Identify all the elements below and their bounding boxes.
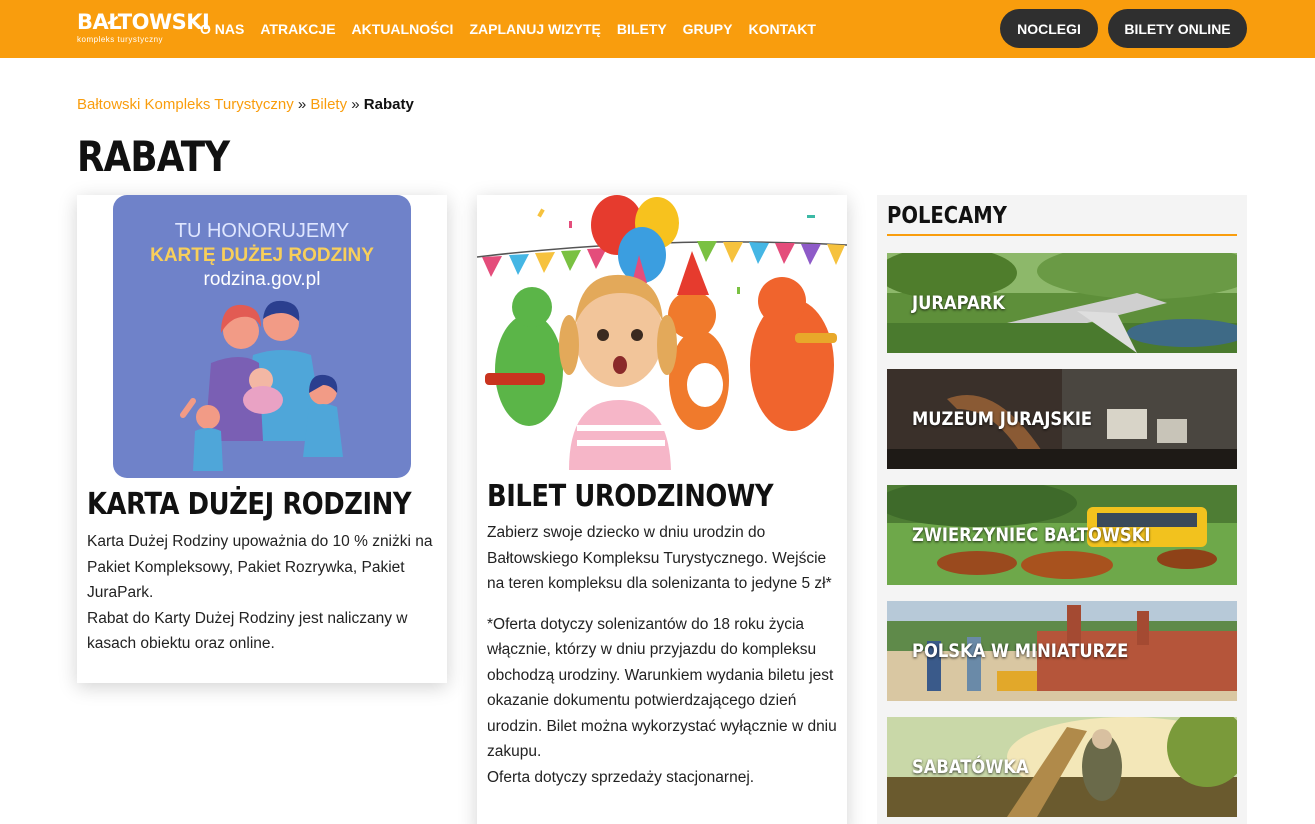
breadcrumb-bilety-link[interactable]: Bilety (310, 96, 347, 113)
karta-duzej-rodziny-image: TU HONORUJEMY KARTĘ DUŻEJ RODZINY rodzin… (113, 195, 411, 478)
image-line-1: TU HONORUJEMY (175, 220, 349, 242)
nav-zaplanuj-wizyte[interactable]: ZAPLANUJ WIZYTĘ (469, 21, 600, 37)
nav-grupy[interactable]: GRUPY (683, 21, 733, 37)
nav-o-nas[interactable]: O NAS (200, 21, 244, 37)
tile-label: MUZEUM JURAJSKIE (912, 408, 1093, 430)
nav-kontakt[interactable]: KONTAKT (748, 21, 815, 37)
card-paragraph: Rabat do Karty Dużej Rodziny jest nalicz… (87, 609, 408, 653)
karta-duzej-rodziny-card: TU HONORUJEMY KARTĘ DUŻEJ RODZINY rodzin… (77, 195, 447, 683)
tile-sabatowka[interactable]: SABATÓWKA (887, 717, 1237, 817)
breadcrumb-separator: » (297, 96, 307, 113)
tile-label: ZWIERZYNIEC BAŁTOWSKI (912, 524, 1151, 546)
nav-bilety[interactable]: BILETY (617, 21, 667, 37)
breadcrumb-current: Rabaty (363, 96, 414, 113)
logo-name: BAŁTOWSKI (77, 10, 210, 34)
card-body: Karta Dużej Rodziny upoważnia do 10 % zn… (87, 529, 439, 657)
card-paragraph: Zabierz swoje dziecko w dniu urodzin do … (487, 524, 832, 592)
nav-atrakcje[interactable]: ATRAKCJE (260, 21, 335, 37)
polecamy-sidebar: POLECAMY JURAPARK MUZEUM JURAJSKIE ZWIER… (877, 195, 1247, 824)
image-line-3: rodzina.gov.pl (204, 269, 321, 290)
card-paragraph: *Oferta dotyczy solenizantów do 18 roku … (487, 615, 837, 761)
page-title: RABATY (77, 132, 230, 181)
tile-polska-w-miniaturze[interactable]: POLSKA W MINIATURZE (887, 601, 1237, 701)
top-navigation-bar: BAŁTOWSKI kompleks turystyczny O NAS ATR… (0, 0, 1315, 58)
card-paragraph: Karta Dużej Rodziny upoważnia do 10 % zn… (87, 533, 433, 601)
tile-label: JURAPARK (912, 292, 1005, 314)
bilety-online-button[interactable]: BILETY ONLINE (1108, 9, 1247, 48)
breadcrumb-separator: » (351, 96, 360, 113)
card-paragraph: Oferta dotyczy sprzedaży stacjonarnej. (487, 768, 755, 786)
sidebar-title: POLECAMY (887, 203, 1007, 229)
image-line-2: KARTĘ DUŻEJ RODZINY (150, 245, 374, 266)
main-menu: O NAS ATRAKCJE AKTUALNOŚCI ZAPLANUJ WIZY… (200, 0, 816, 58)
logo-tagline: kompleks turystyczny (77, 35, 164, 44)
tile-label: SABATÓWKA (912, 756, 1029, 778)
breadcrumb: Bałtowski Kompleks Turystyczny » Bilety … (77, 96, 414, 113)
bilet-urodzinowy-card: BILET URODZINOWY Zabierz swoje dziecko w… (476, 195, 848, 824)
tile-label: POLSKA W MINIATURZE (912, 640, 1129, 662)
card-body: Zabierz swoje dziecko w dniu urodzin do … (487, 520, 839, 790)
card-title: KARTA DUŻEJ RODZINY (87, 487, 412, 522)
baltowski-logo[interactable]: BAŁTOWSKI kompleks turystyczny (77, 9, 210, 49)
tile-jurapark[interactable]: JURAPARK (887, 253, 1237, 353)
birthday-party-image (476, 195, 848, 470)
card-title: BILET URODZINOWY (487, 479, 774, 514)
nav-aktualnosci[interactable]: AKTUALNOŚCI (352, 21, 454, 37)
sidebar-title-underline (887, 234, 1237, 236)
tile-zwierzyniec-baltowski[interactable]: ZWIERZYNIEC BAŁTOWSKI (887, 485, 1237, 585)
tile-muzeum-jurajskie[interactable]: MUZEUM JURAJSKIE (887, 369, 1237, 469)
breadcrumb-home-link[interactable]: Bałtowski Kompleks Turystyczny (77, 96, 294, 113)
noclegi-button[interactable]: NOCLEGI (1000, 9, 1098, 48)
